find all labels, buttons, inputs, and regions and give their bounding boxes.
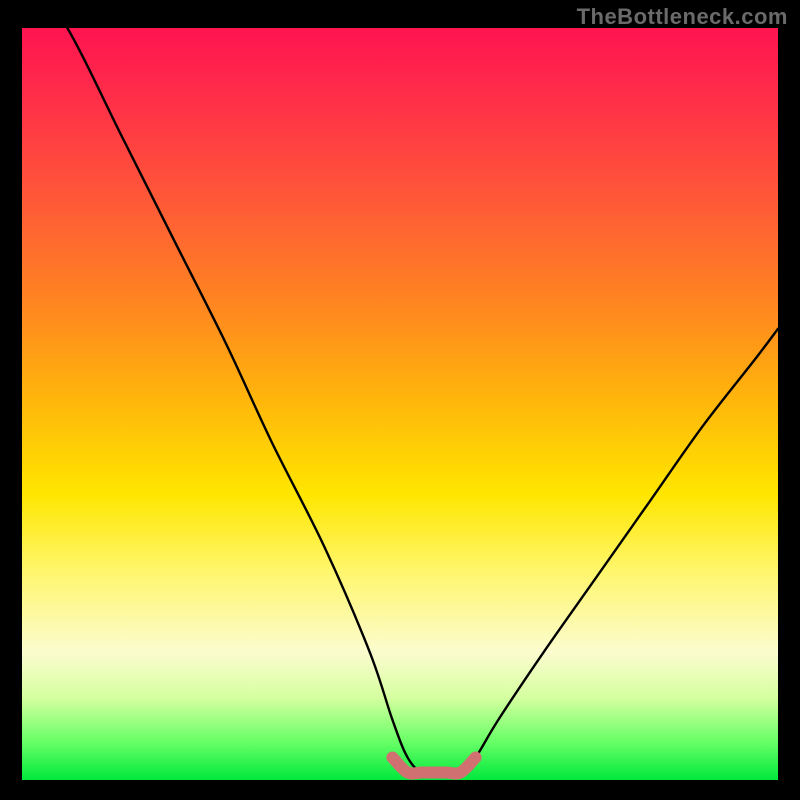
plot-frame — [22, 28, 778, 780]
optimal-band-path — [392, 757, 475, 773]
chart-svg — [22, 28, 778, 780]
bottleneck-curve-path — [22, 28, 778, 774]
watermark-text: TheBottleneck.com — [577, 4, 788, 30]
chart-stage: TheBottleneck.com — [0, 0, 800, 800]
